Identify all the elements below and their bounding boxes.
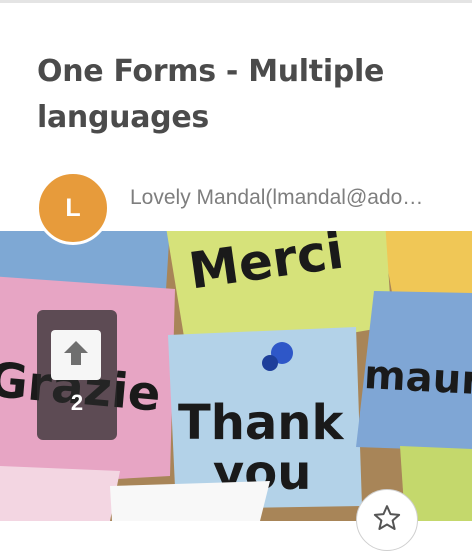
favorite-button[interactable] [356, 489, 418, 551]
note-mauru-text: mauru [363, 352, 472, 406]
card-title[interactable]: One Forms - Multiple languages [37, 49, 457, 141]
author-name[interactable]: Lovely Mandal(lmandal@ado… [130, 186, 450, 210]
star-icon [372, 503, 402, 537]
author-avatar: L [36, 171, 110, 245]
avatar-initial: L [65, 193, 81, 222]
note-thank-text: Thank [178, 395, 344, 451]
vote-panel: 2 [37, 310, 117, 440]
vote-count: 2 [70, 390, 84, 415]
idea-card[interactable]: One Forms - Multiple languages L Lovely … [0, 0, 472, 560]
upvote-button[interactable] [51, 330, 101, 380]
upvote-arrow-icon [63, 339, 89, 371]
